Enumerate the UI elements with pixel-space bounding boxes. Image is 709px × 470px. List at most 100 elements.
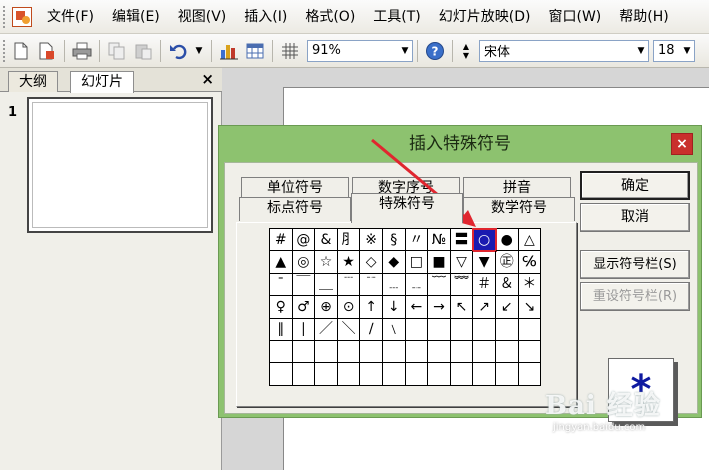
symbol-cell[interactable]: ￣ — [292, 273, 316, 297]
symbol-cell[interactable] — [495, 363, 519, 386]
symbol-cell[interactable]: # — [270, 229, 293, 252]
copy-icon[interactable] — [106, 40, 128, 62]
symbol-cell[interactable] — [495, 340, 519, 364]
symbol-cell[interactable]: □ — [405, 251, 429, 274]
symbol-cell[interactable]: ＊ — [518, 273, 542, 297]
symbol-cell[interactable] — [315, 340, 338, 364]
tab-math-symbols[interactable]: 数学符号 — [463, 197, 575, 221]
powerpoint-app-icon[interactable] — [12, 6, 32, 27]
symbol-cell[interactable] — [495, 318, 519, 341]
symbol-cell[interactable] — [518, 318, 542, 341]
grid-icon[interactable] — [279, 40, 301, 62]
menu-format[interactable]: 格式(O) — [296, 0, 364, 34]
symbol-cell[interactable] — [405, 318, 429, 341]
symbol-cell[interactable] — [518, 340, 542, 364]
font-combo[interactable]: 宋体 ▼ — [479, 39, 649, 62]
symbol-cell[interactable]: ■ — [428, 251, 451, 274]
symbol-cell[interactable] — [315, 363, 338, 386]
symbol-cell[interactable]: ▼ — [473, 251, 496, 274]
show-symbol-bar-button[interactable]: 显示符号栏(S) — [580, 250, 690, 279]
menu-file[interactable]: 文件(F) — [38, 0, 103, 34]
symbol-cell[interactable] — [473, 318, 496, 341]
symbol-cell[interactable] — [270, 363, 293, 386]
open-icon[interactable] — [36, 40, 58, 62]
symbol-cell[interactable]: ∥ — [270, 318, 293, 341]
symbol-cell[interactable] — [292, 363, 316, 386]
symbol-cell[interactable]: ／ — [315, 318, 338, 341]
menu-bar-grip[interactable] — [3, 5, 8, 28]
close-icon[interactable]: × — [201, 70, 214, 88]
symbol-cell[interactable]: ● — [495, 229, 519, 252]
symbol-cell[interactable] — [382, 363, 406, 386]
symbol-cell[interactable]: & — [315, 229, 338, 252]
symbol-cell[interactable]: ∕ — [360, 318, 383, 341]
symbol-cell[interactable]: ﹨ — [382, 318, 406, 341]
symbol-cell[interactable]: ﹊ — [360, 273, 383, 297]
symbol-cell[interactable] — [428, 318, 451, 341]
symbol-cell[interactable]: ↗ — [473, 296, 496, 319]
symbol-cell[interactable] — [450, 363, 474, 386]
symbol-cell[interactable]: ☆ — [315, 251, 338, 274]
tab-special-symbols[interactable]: 特殊符号 — [351, 193, 463, 223]
symbol-cell[interactable]: ← — [405, 296, 429, 319]
symbol-cell[interactable]: ↘ — [518, 296, 542, 319]
symbol-cell[interactable]: ㊣ — [495, 251, 519, 274]
menu-edit[interactable]: 编辑(E) — [103, 0, 169, 34]
close-icon[interactable]: × — [671, 133, 693, 155]
tab-punctuation[interactable]: 标点符号 — [239, 197, 351, 221]
new-icon[interactable] — [10, 40, 32, 62]
undo-icon[interactable] — [167, 40, 189, 62]
symbol-cell[interactable]: ﹉ — [337, 273, 361, 297]
symbol-cell[interactable]: ⊕ — [315, 296, 338, 319]
symbol-cell[interactable] — [292, 340, 316, 364]
symbol-cell[interactable]: § — [382, 229, 406, 252]
symbol-cell[interactable] — [405, 363, 429, 386]
symbol-cell[interactable] — [450, 340, 474, 364]
symbol-cell[interactable]: ♀ — [270, 296, 293, 319]
symbol-cell[interactable]: ♂ — [292, 296, 316, 319]
symbol-cell[interactable] — [360, 363, 383, 386]
slide-thumbnail[interactable] — [27, 97, 213, 233]
symbol-cell[interactable]: ﹍ — [382, 273, 406, 297]
symbol-cell[interactable]: ▲ — [270, 251, 293, 274]
menu-insert[interactable]: 插入(I) — [235, 0, 296, 34]
symbol-cell[interactable]: 〓 — [450, 229, 474, 252]
ok-button[interactable]: 确定 — [580, 171, 690, 200]
symbol-cell[interactable]: ﹎ — [405, 273, 429, 297]
symbol-cell[interactable] — [337, 363, 361, 386]
symbol-cell[interactable]: ＼ — [337, 318, 361, 341]
undo-dropdown-icon[interactable]: ▼ — [193, 40, 205, 62]
table-icon[interactable] — [244, 40, 266, 62]
font-size-combo[interactable]: 18 ▼ — [653, 39, 695, 62]
symbol-cell[interactable]: ﹌ — [450, 273, 474, 297]
menu-window[interactable]: 窗口(W) — [540, 0, 611, 34]
symbol-cell[interactable] — [450, 318, 474, 341]
symbol-cell[interactable] — [428, 363, 451, 386]
menu-help[interactable]: 帮助(H) — [610, 0, 677, 34]
print-icon[interactable] — [71, 40, 93, 62]
symbol-cell[interactable]: ○ — [472, 227, 497, 253]
chevron-down-icon[interactable]: ▼ — [634, 41, 648, 61]
help-icon[interactable]: ? — [424, 40, 446, 62]
symbol-cell[interactable]: ⊙ — [337, 296, 361, 319]
chevron-down-icon[interactable]: ▼ — [680, 41, 694, 61]
symbol-cell[interactable]: @ — [292, 229, 316, 252]
tab-unit-symbols[interactable]: 单位符号 — [241, 177, 349, 198]
symbol-cell[interactable]: ﹋ — [428, 273, 451, 297]
menu-view[interactable]: 视图(V) — [169, 0, 236, 34]
toolbar-options-icon[interactable]: ▲ ▼ — [459, 40, 473, 62]
menu-slideshow[interactable]: 幻灯片放映(D) — [430, 0, 540, 34]
symbol-cell[interactable] — [473, 340, 496, 364]
symbol-cell[interactable]: № — [428, 229, 451, 252]
symbol-cell[interactable]: ↖ — [450, 296, 474, 319]
symbol-cell[interactable]: ˉ — [270, 273, 293, 297]
symbol-cell[interactable]: ∣ — [292, 318, 316, 341]
symbol-cell[interactable]: ↙ — [495, 296, 519, 319]
symbol-cell[interactable] — [270, 340, 293, 364]
chevron-down-icon[interactable]: ▼ — [398, 41, 412, 61]
symbol-cell[interactable]: ↑ — [360, 296, 383, 319]
symbol-cell[interactable] — [518, 363, 542, 386]
menu-tools[interactable]: 工具(T) — [364, 0, 429, 34]
chart-icon[interactable] — [218, 40, 240, 62]
cancel-button[interactable]: 取消 — [580, 203, 690, 232]
